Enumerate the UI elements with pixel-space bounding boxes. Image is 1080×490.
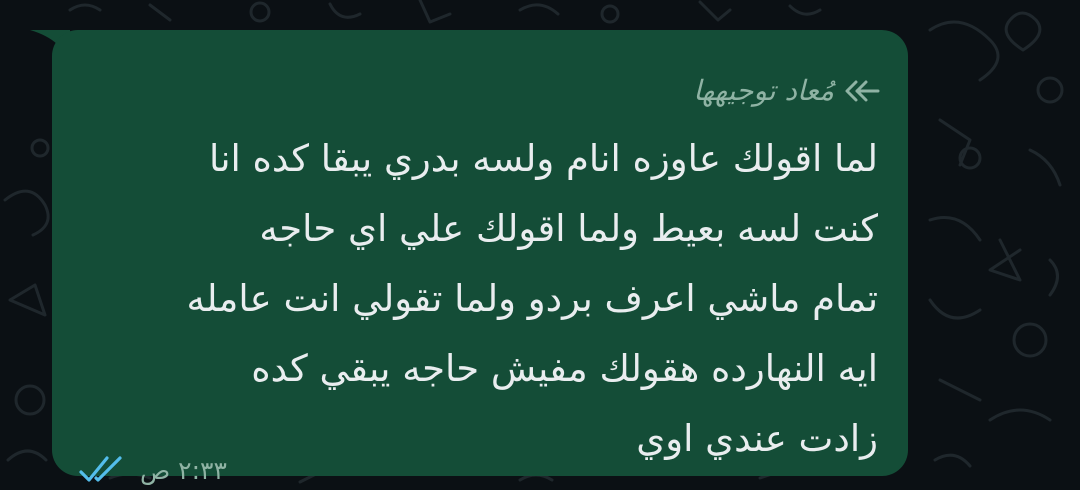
message-bubble[interactable]: مُعاد توجيهها لما اقولك عاوزه انام ولسه … xyxy=(52,30,908,485)
message-line: لما اقولك عاوزه انام ولسه بدري يبقا كده … xyxy=(208,137,878,180)
forwarded-indicator: مُعاد توجيهها xyxy=(693,74,880,107)
message-line: ايه النهارده هقولك مفيش حاجه يبقي كده xyxy=(251,347,878,390)
message-text: لما اقولك عاوزه انام ولسه بدري يبقا كده … xyxy=(98,124,878,474)
message-time: ٢:٣٣ ص xyxy=(140,455,227,485)
forwarded-label: مُعاد توجيهها xyxy=(693,74,834,107)
double-forward-arrow-icon xyxy=(842,78,880,104)
double-check-read-icon xyxy=(78,454,126,486)
chat-background: مُعاد توجيهها لما اقولك عاوزه انام ولسه … xyxy=(0,0,1080,485)
message-line: كنت لسه بعيط ولما اقولك علي اي حاجه xyxy=(259,207,878,250)
message-line: تمام ماشي اعرف بردو ولما تقولي انت عامله xyxy=(186,277,878,320)
message-meta: ٢:٣٣ ص xyxy=(78,454,227,486)
